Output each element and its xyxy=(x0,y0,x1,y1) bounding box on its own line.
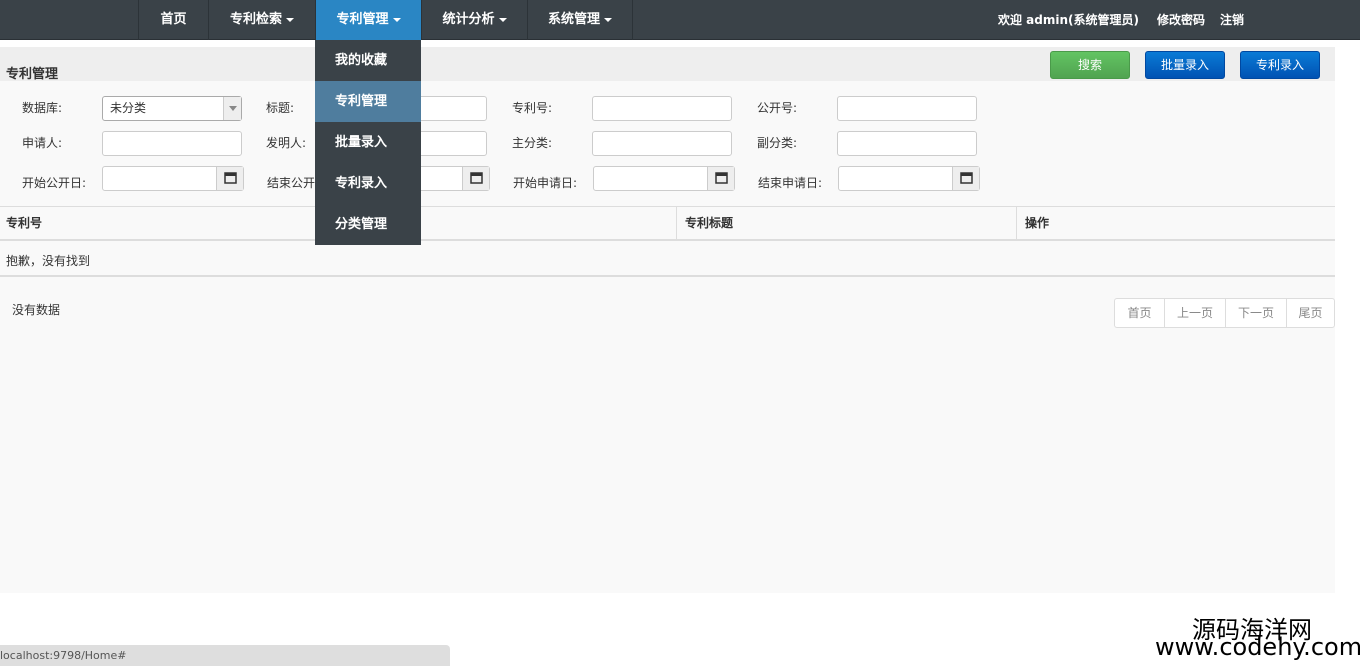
menu-item-patent-manage[interactable]: 专利管理 xyxy=(315,81,421,122)
patent-entry-button[interactable]: 专利录入 xyxy=(1240,51,1320,79)
patent-no-label: 专利号: xyxy=(512,101,553,115)
nav-statistics[interactable]: 统计分析 xyxy=(421,0,527,40)
watermark-url: www.codehy.com xyxy=(1155,633,1360,661)
nav-system[interactable]: 系统管理 xyxy=(527,0,633,40)
nav-statistics-label: 统计分析 xyxy=(442,12,495,27)
applicant-input[interactable] xyxy=(102,131,242,156)
start-app-date-input[interactable] xyxy=(593,166,735,191)
page-title: 专利管理 xyxy=(6,67,59,82)
nav-patent-search[interactable]: 专利检索 xyxy=(208,0,315,40)
column-patent-title[interactable]: 专利标题 xyxy=(676,207,1016,240)
last-page-button[interactable]: 尾页 xyxy=(1286,299,1334,327)
table-row: 抱歉，没有找到 xyxy=(0,241,1335,277)
sub-class-label: 副分类: xyxy=(757,136,798,150)
change-password-link[interactable]: 修改密码 xyxy=(1157,0,1205,40)
patent-no-input[interactable] xyxy=(592,96,732,121)
start-app-date-label: 开始申请日: xyxy=(513,176,578,190)
menu-item-batch-entry[interactable]: 批量录入 xyxy=(315,122,421,163)
pub-no-label: 公开号: xyxy=(757,101,798,115)
column-actions: 操作 xyxy=(1016,207,1335,240)
search-button[interactable]: 搜索 xyxy=(1050,51,1130,79)
calendar-icon[interactable] xyxy=(952,167,979,190)
browser-status-url: localhost:9798/Home# xyxy=(0,645,450,666)
main-panel: 专利管理 搜索 批量录入 专利录入 数据库: 未分类 标题: 专利号: 公开号:… xyxy=(0,47,1335,593)
database-select[interactable]: 未分类 xyxy=(102,96,242,121)
menu-item-favorites[interactable]: 我的收藏 xyxy=(315,40,421,81)
title-label: 标题: xyxy=(266,101,295,115)
logout-link[interactable]: 注销 xyxy=(1220,0,1244,40)
sub-class-input[interactable] xyxy=(837,131,977,156)
nav-patent-search-label: 专利检索 xyxy=(229,12,282,27)
nav-home[interactable]: 首页 xyxy=(138,0,208,40)
caret-down-icon xyxy=(604,17,612,22)
main-class-label: 主分类: xyxy=(512,136,553,150)
nav-patent-manage-label: 专利管理 xyxy=(336,12,389,27)
caret-down-icon xyxy=(392,17,401,22)
database-select-value: 未分类 xyxy=(110,101,147,115)
table-header: 专利号 专利标题 操作 xyxy=(0,206,1335,241)
pagination: 首页 上一页 下一页 尾页 xyxy=(1114,298,1335,328)
menu-item-patent-entry[interactable]: 专利录入 xyxy=(315,163,421,204)
start-pub-date-label: 开始公开日: xyxy=(22,176,87,190)
nav-patent-manage[interactable]: 专利管理 xyxy=(315,0,421,40)
welcome-text: 欢迎 admin(系统管理员) xyxy=(998,13,1139,27)
no-data-text: 没有数据 xyxy=(12,303,61,317)
end-app-date-label: 结束申请日: xyxy=(758,176,823,190)
applicant-label: 申请人: xyxy=(22,136,63,150)
top-navbar: 首页 专利检索 专利管理 统计分析 系统管理 欢迎 admin(系统管理员) 修… xyxy=(0,0,1360,40)
calendar-icon[interactable] xyxy=(707,167,734,190)
nav-home-label: 首页 xyxy=(160,12,187,27)
empty-message: 抱歉，没有找到 xyxy=(6,254,91,268)
end-app-date-input[interactable] xyxy=(838,166,980,191)
prev-page-button[interactable]: 上一页 xyxy=(1164,299,1225,327)
next-page-button[interactable]: 下一页 xyxy=(1225,299,1286,327)
caret-down-icon xyxy=(286,17,294,22)
nav-system-label: 系统管理 xyxy=(547,12,600,27)
start-pub-date-input[interactable] xyxy=(102,166,244,191)
chevron-down-icon xyxy=(223,97,241,120)
caret-down-icon xyxy=(498,17,507,22)
batch-entry-button[interactable]: 批量录入 xyxy=(1145,51,1225,79)
first-page-button[interactable]: 首页 xyxy=(1115,299,1164,327)
patent-manage-dropdown: 我的收藏 专利管理 批量录入 专利录入 分类管理 xyxy=(315,40,421,245)
calendar-icon[interactable] xyxy=(462,167,489,190)
menu-item-category-manage[interactable]: 分类管理 xyxy=(315,204,421,245)
database-label: 数据库: xyxy=(22,101,63,115)
inventor-label: 发明人: xyxy=(266,136,307,150)
calendar-icon[interactable] xyxy=(216,167,243,190)
panel-header: 专利管理 搜索 批量录入 专利录入 xyxy=(0,47,1335,82)
end-pub-date-label: 结束公开 xyxy=(267,176,316,190)
main-class-input[interactable] xyxy=(592,131,732,156)
pub-no-input[interactable] xyxy=(837,96,977,121)
